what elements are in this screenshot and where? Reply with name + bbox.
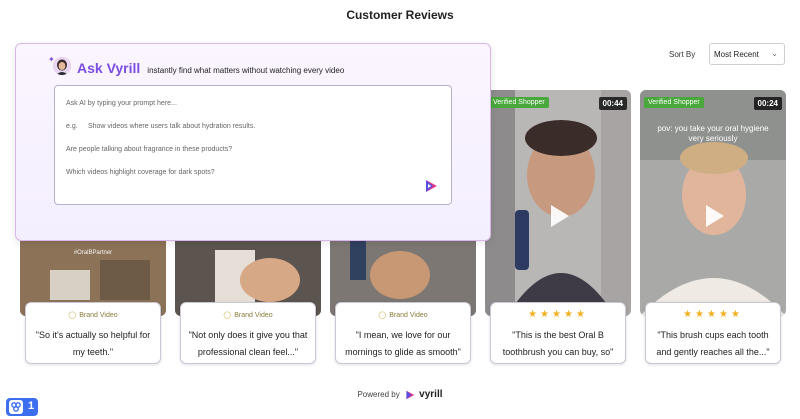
play-icon[interactable] — [699, 202, 727, 230]
ask-subtitle: instantly find what matters without watc… — [147, 66, 345, 75]
video-duration: 00:44 — [598, 97, 627, 110]
verified-shopper-badge: Verified Shopper — [489, 97, 549, 108]
review-quote: "This brush cups each tooth and gently r… — [656, 330, 770, 357]
review-quote-card[interactable]: ★★★★★ "This brush cups each tooth and ge… — [645, 302, 781, 364]
widget-count: 1 — [28, 400, 35, 412]
review-quote: "Not only does it give you that professi… — [188, 330, 308, 357]
star-rating: ★★★★★ — [528, 309, 588, 320]
review-quote-card[interactable]: ◯ Brand Video "Not only does it give you … — [180, 302, 316, 364]
brand-video-tag: ◯ Brand Video — [68, 312, 118, 319]
review-quote: "This is the best Oral B toothbrush you … — [502, 330, 614, 357]
review-quote: "So it's actually so helpful for my teet… — [35, 330, 151, 357]
sort-select[interactable]: Most Recent ⌄ — [709, 43, 785, 65]
review-quote: "I mean, we love for our mornings to gli… — [345, 330, 461, 357]
prompt-placeholder: Ask AI by typing your prompt here... — [66, 100, 177, 107]
powered-by: Powered by vyrill — [0, 389, 800, 400]
chevron-down-icon: ⌄ — [771, 49, 778, 58]
powered-by-label: Powered by — [357, 390, 400, 399]
video-watermark: #OralBPartner — [73, 250, 113, 256]
avatar-image — [53, 57, 71, 75]
video-caption-overlay: pov: you take your oral hygiene very ser… — [657, 124, 769, 143]
sort-selected-value: Most Recent — [714, 50, 759, 59]
verified-shopper-badge: Verified Shopper — [644, 97, 704, 108]
review-quote-card[interactable]: ◯ Brand Video "I mean, we love for our mo… — [335, 302, 471, 364]
avatar — [53, 57, 71, 75]
accessibility-icon — [9, 400, 23, 414]
video-duration: 00:24 — [753, 97, 782, 110]
sparkle-icon: ✦ — [48, 55, 55, 64]
review-quote-card[interactable]: ◯ Brand Video "So it's actually so helpfu… — [25, 302, 161, 364]
powered-by-brand[interactable]: vyrill — [419, 389, 442, 400]
prompt-example[interactable]: Which videos highlight coverage for dark… — [66, 169, 215, 176]
review-card[interactable]: Verified Shopper 00:44 — [485, 90, 631, 316]
star-rating: ★★★★★ — [683, 309, 743, 320]
vyrill-logo-icon — [406, 390, 415, 400]
page-title: Customer Reviews — [346, 8, 454, 22]
reviews-page: Customer Reviews Sort By Most Recent ⌄ #… — [0, 0, 800, 419]
ask-header: Ask Vyrill instantly find what matters w… — [77, 60, 344, 76]
prompt-example[interactable]: e.g. Show videos where users talk about … — [66, 123, 255, 130]
brand-video-tag: ◯ Brand Video — [378, 312, 428, 319]
tag-icon: ◯ — [378, 312, 387, 319]
tag-icon: ◯ — [223, 312, 232, 319]
review-card[interactable]: Verified Shopper 00:24 pov: you take you… — [640, 90, 786, 316]
ask-title: Ask Vyrill — [77, 60, 141, 76]
sort-label: Sort By — [669, 50, 696, 59]
accessibility-widget-button[interactable]: 1 — [6, 398, 38, 416]
accessibility-glyph — [11, 402, 21, 412]
prompt-example[interactable]: Are people talking about fragrance in th… — [66, 146, 232, 153]
vyrill-send-icon[interactable] — [424, 179, 438, 193]
brand-video-tag: ◯ Brand Video — [223, 312, 273, 319]
ask-vyrill-panel: ✦ Ask Vyrill instantly find what matters… — [15, 43, 491, 241]
play-icon[interactable] — [544, 202, 572, 230]
review-quote-card[interactable]: ★★★★★ "This is the best Oral B toothbrus… — [490, 302, 626, 364]
tag-icon: ◯ — [68, 312, 77, 319]
prompt-input[interactable]: Ask AI by typing your prompt here... e.g… — [54, 85, 452, 205]
